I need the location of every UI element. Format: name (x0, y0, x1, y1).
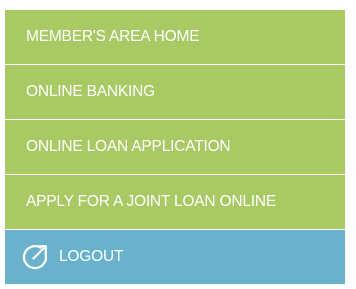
menu-item-label: ONLINE LOAN APPLICATION (26, 138, 231, 155)
menu-item-members-area-home[interactable]: MEMBER'S AREA HOME (5, 10, 345, 65)
menu-item-label: APPLY FOR A JOINT LOAN ONLINE (26, 193, 277, 210)
logout-icon (20, 242, 50, 272)
menu-item-apply-joint-loan[interactable]: APPLY FOR A JOINT LOAN ONLINE (5, 175, 345, 230)
menu-item-label: ONLINE BANKING (26, 83, 155, 100)
menu-item-online-banking[interactable]: ONLINE BANKING (5, 65, 345, 120)
logout-label: LOGOUT (59, 248, 124, 265)
members-menu: MEMBER'S AREA HOME ONLINE BANKING ONLINE… (5, 10, 345, 284)
logout-button[interactable]: LOGOUT (5, 230, 345, 284)
menu-item-online-loan-application[interactable]: ONLINE LOAN APPLICATION (5, 120, 345, 175)
menu-item-label: MEMBER'S AREA HOME (26, 28, 200, 45)
